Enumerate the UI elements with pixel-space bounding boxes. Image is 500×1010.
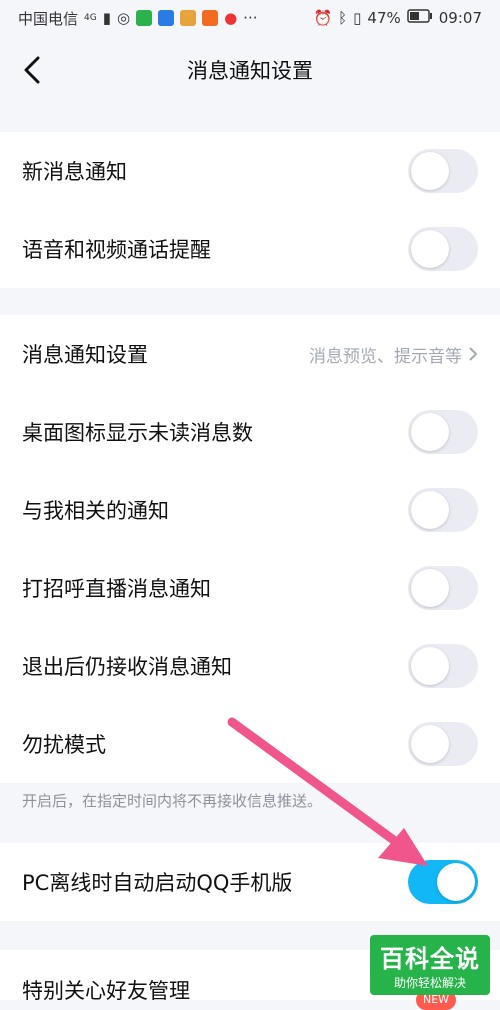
row-label: 特别关心好友管理 bbox=[22, 979, 190, 1000]
hotspot-icon: ◎ bbox=[116, 9, 131, 27]
status-bar: 中国电信 4G ▮ ◎ ● ··· ⏰ ᛒ ▯ 47% 09:07 bbox=[0, 0, 500, 36]
toggle-knob bbox=[411, 413, 449, 451]
new-message-toggle[interactable] bbox=[408, 149, 478, 193]
row-label: 桌面图标显示未读消息数 bbox=[22, 421, 253, 445]
toggle-knob bbox=[411, 230, 449, 268]
row-label: PC离线时自动启动QQ手机版 bbox=[22, 871, 293, 895]
app-icon-multi bbox=[180, 10, 197, 26]
app-icon-blue bbox=[158, 10, 175, 26]
row-call-reminder[interactable]: 语音和视频通话提醒 bbox=[0, 210, 500, 288]
row-label: 勿扰模式 bbox=[22, 733, 106, 757]
page-title: 消息通知设置 bbox=[187, 59, 313, 83]
row-do-not-disturb[interactable]: 勿扰模式 bbox=[0, 705, 500, 783]
section-pc-offline: PC离线时自动启动QQ手机版 bbox=[0, 843, 500, 921]
row-new-message[interactable]: 新消息通知 bbox=[0, 132, 500, 210]
row-label: 打招呼直播消息通知 bbox=[22, 577, 211, 601]
section-message-settings: 消息通知设置 消息预览、提示音等 桌面图标显示未读消息数 与我相关的通知 打招呼… bbox=[0, 315, 500, 783]
vibrate-icon: ▯ bbox=[353, 9, 362, 27]
pc-offline-autostart-toggle[interactable] bbox=[408, 860, 478, 904]
row-pc-offline-autostart[interactable]: PC离线时自动启动QQ手机版 bbox=[0, 843, 500, 921]
row-label: 语音和视频通话提醒 bbox=[22, 238, 211, 262]
chevron-left-icon bbox=[24, 56, 40, 84]
call-reminder-toggle[interactable] bbox=[408, 227, 478, 271]
location-icon: ● bbox=[224, 9, 238, 27]
row-value: 消息预览、提示音等 bbox=[309, 342, 478, 367]
watermark-main: 百科全说 bbox=[380, 945, 480, 973]
more-icon: ··· bbox=[243, 9, 258, 27]
back-button[interactable] bbox=[18, 52, 48, 88]
section-notifications: 新消息通知 语音和视频通话提醒 bbox=[0, 132, 500, 288]
toggle-knob bbox=[411, 725, 449, 763]
network-label: 4G bbox=[84, 13, 97, 23]
signal-icon: ▮ bbox=[102, 9, 111, 27]
toggle-knob bbox=[411, 152, 449, 190]
dnd-hint: 开启后，在指定时间内将不再接收信息推送。 bbox=[22, 792, 323, 810]
row-label: 与我相关的通知 bbox=[22, 499, 169, 523]
row-receive-after-logout[interactable]: 退出后仍接收消息通知 bbox=[0, 627, 500, 705]
watermark-sub: 助你轻松解决 bbox=[393, 976, 466, 990]
chevron-right-icon bbox=[469, 347, 478, 361]
status-right: ⏰ ᛒ ▯ 47% 09:07 bbox=[313, 9, 482, 27]
row-notify-settings[interactable]: 消息通知设置 消息预览、提示音等 bbox=[0, 315, 500, 393]
clock: 09:07 bbox=[438, 9, 482, 27]
bluetooth-icon: ᛒ bbox=[338, 9, 348, 27]
toggle-knob bbox=[411, 647, 449, 685]
app-icon-orange bbox=[202, 10, 219, 26]
status-left: 中国电信 4G ▮ ◎ ● ··· bbox=[18, 8, 257, 29]
receive-after-logout-toggle[interactable] bbox=[408, 644, 478, 688]
do-not-disturb-toggle[interactable] bbox=[408, 722, 478, 766]
toggle-knob bbox=[411, 491, 449, 529]
row-label: 退出后仍接收消息通知 bbox=[22, 655, 232, 679]
carrier-label: 中国电信 bbox=[18, 9, 79, 28]
row-unread-badge[interactable]: 桌面图标显示未读消息数 bbox=[0, 393, 500, 471]
alarm-icon: ⏰ bbox=[313, 9, 333, 27]
row-related-notify[interactable]: 与我相关的通知 bbox=[0, 471, 500, 549]
row-label: 新消息通知 bbox=[22, 160, 127, 184]
app-icon-green bbox=[136, 10, 153, 26]
toggle-knob bbox=[437, 863, 475, 901]
nav-bar: 消息通知设置 bbox=[0, 36, 500, 104]
battery-icon bbox=[407, 9, 433, 27]
live-notify-toggle[interactable] bbox=[408, 566, 478, 610]
watermark-logo: 百科全说 助你轻松解决 bbox=[370, 935, 490, 995]
row-label: 消息通知设置 bbox=[22, 343, 148, 367]
unread-badge-toggle[interactable] bbox=[408, 410, 478, 454]
battery-percent: 47% bbox=[367, 9, 401, 27]
toggle-knob bbox=[411, 569, 449, 607]
row-live-notify[interactable]: 打招呼直播消息通知 bbox=[0, 549, 500, 627]
related-notify-toggle[interactable] bbox=[408, 488, 478, 532]
notify-settings-value: 消息预览、提示音等 bbox=[309, 346, 462, 367]
